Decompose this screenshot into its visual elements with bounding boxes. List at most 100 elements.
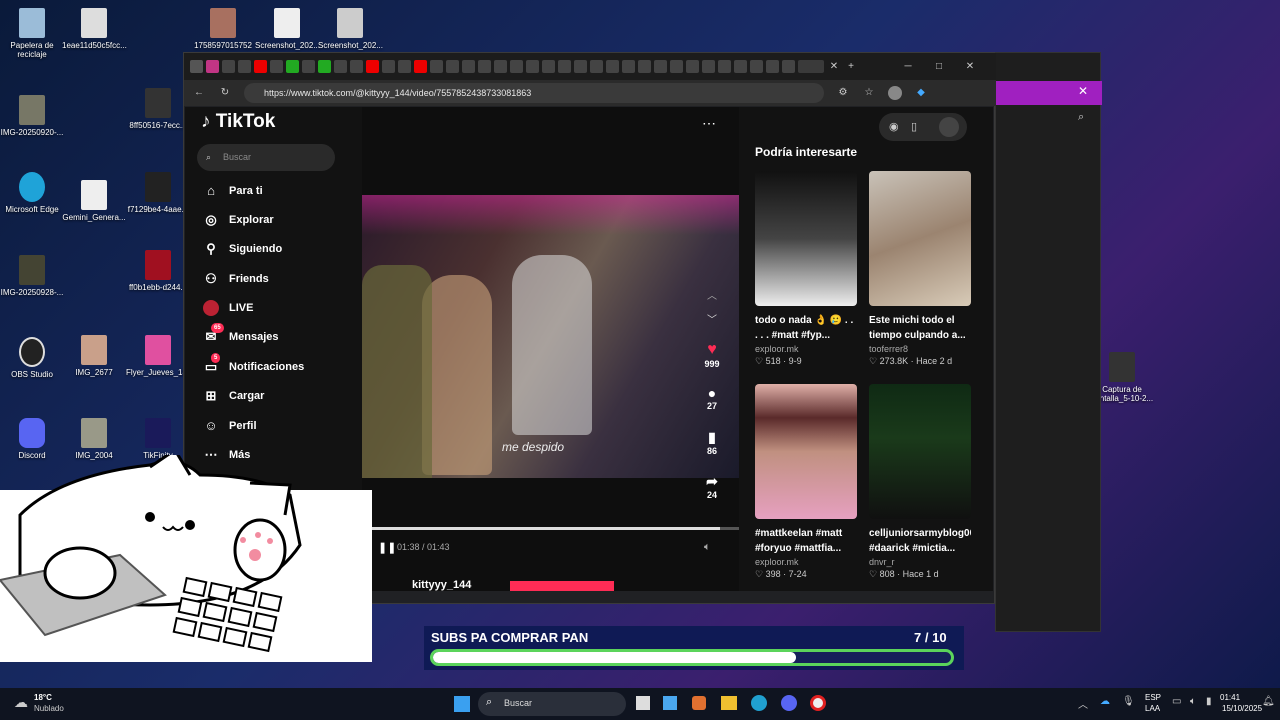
desktop-image-icon[interactable]: 1758597015752 [191,8,255,50]
nav-notificaciones[interactable]: ▭ 5 Notificaciones [203,353,304,375]
active-tab[interactable] [798,60,824,73]
extensions-icon[interactable]: ⚙ [836,86,850,100]
copilot-icon[interactable]: ◆ [914,86,928,100]
profile-avatar-icon[interactable] [888,86,902,100]
tab[interactable] [350,60,363,73]
nav-explorar[interactable]: ◎ Explorar [203,212,273,228]
recycle-bin-icon[interactable]: Papelera de reciclaje [0,8,64,59]
volume-icon[interactable]: 🔈︎ [704,541,711,554]
nav-perfil[interactable]: ☺ Perfil [203,418,256,434]
microphone-icon[interactable]: 🎙︎ [1122,696,1135,707]
nav-siguiendo[interactable]: ⚲ Siguiendo [203,241,282,257]
video-author[interactable]: kittyyy_144 [412,579,471,591]
desktop-image-icon[interactable]: Screenshot_202... [255,8,320,50]
desktop-image-icon[interactable]: IMG-20250928-... [0,255,64,297]
tab[interactable] [782,60,795,73]
edge-icon[interactable] [751,695,767,711]
tab[interactable] [334,60,347,73]
video-progress[interactable] [362,527,739,530]
tab[interactable] [238,60,251,73]
volume-icon[interactable]: 🔈︎ [1190,696,1196,707]
tab[interactable] [446,60,459,73]
search-icon[interactable]: ⌕ [1078,111,1084,124]
tab[interactable] [430,60,443,73]
tab[interactable] [670,60,683,73]
favorites-icon[interactable]: ☆ [862,86,876,100]
tab[interactable] [590,60,603,73]
tab[interactable] [270,60,283,73]
tab[interactable] [526,60,539,73]
pause-icon[interactable]: ❚❚ [378,541,396,554]
tab[interactable] [254,60,267,73]
tab[interactable] [414,60,427,73]
notifications-icon[interactable]: 🔔︎ [1262,696,1275,707]
taskbar-search[interactable]: ⌕ Buscar [478,692,626,716]
device-icon[interactable]: ▯ [911,120,917,133]
obs-icon[interactable]: OBS Studio [0,337,64,379]
clock-time[interactable]: 01:41 [1220,693,1240,702]
tab[interactable] [222,60,235,73]
chevron-up-icon[interactable]: ︿ [1078,696,1088,711]
clock-date[interactable]: 15/10/2025 [1222,704,1262,713]
language-layout[interactable]: LAA [1145,704,1160,713]
tab[interactable] [366,60,379,73]
tab[interactable] [462,60,475,73]
refresh-icon[interactable]: ↻ [218,86,232,100]
desktop-image-icon[interactable]: 8ff50516-7ecc... [126,88,190,130]
video-player[interactable]: me despido [362,195,739,478]
tab[interactable] [638,60,651,73]
start-icon[interactable] [454,696,470,712]
close-icon[interactable]: ✕ [1078,84,1088,98]
search-input[interactable]: ⌕ Buscar [197,144,335,171]
save-button[interactable]: ▮ 86 [692,429,732,456]
follow-button[interactable] [510,581,614,591]
video-card[interactable]: #mattkeelan #matt #foryuo #mattfia... ex… [755,384,857,580]
file-explorer-icon[interactable] [721,696,737,710]
video-card[interactable]: Este michi todo el tiempo culpando a... … [869,171,971,367]
tab[interactable] [766,60,779,73]
tab-close-icon[interactable]: ✕ [827,60,841,74]
new-tab-icon[interactable]: + [844,60,858,74]
desktop-image-icon[interactable]: ff0b1ebb-d244... [126,250,190,292]
tab[interactable] [606,60,619,73]
share-button[interactable]: ➦ 24 [692,473,732,500]
tikfinity-icon[interactable]: TikFinity [126,418,190,460]
minimize-icon[interactable]: ─ [901,60,915,74]
tab[interactable] [750,60,763,73]
chevron-up-icon[interactable]: ︿ [707,287,717,302]
tikfinity-icon[interactable] [810,695,826,711]
chevron-down-icon[interactable]: ﹀ [707,311,717,326]
tab[interactable] [398,60,411,73]
tab[interactable] [206,60,219,73]
video-card[interactable]: celljuniorsarmyblog00 #daarick #mictia..… [869,384,971,580]
nav-para-ti[interactable]: ⌂ Para ti [203,183,263,199]
nav-live[interactable]: LIVE [203,300,253,316]
nav-friends[interactable]: ⚇ Friends [203,271,269,287]
tab[interactable] [718,60,731,73]
discord-icon[interactable]: Discord [0,418,64,460]
tab[interactable] [510,60,523,73]
desktop-file-icon[interactable]: 1eae11d50c5fcc... [62,8,127,50]
url-field[interactable]: https://www.tiktok.com/@kittyyy_144/vide… [244,83,824,103]
video-card[interactable]: todo o nada 👌 🥲 . . . . . #matt #fyp... … [755,171,857,367]
desktop-image-icon[interactable]: IMG-20250920-... [0,95,64,137]
tab[interactable] [702,60,715,73]
tab[interactable] [286,60,299,73]
tab[interactable] [318,60,331,73]
tiktok-logo[interactable]: ♪ TikTok [201,111,275,133]
like-button[interactable]: ♥ 999 [692,341,732,369]
store-icon[interactable] [663,696,677,710]
onedrive-icon[interactable]: ☁ [1100,696,1110,707]
tab[interactable] [622,60,635,73]
avatar[interactable] [939,117,959,137]
tab[interactable] [302,60,315,73]
maximize-icon[interactable]: □ [932,60,946,74]
tab[interactable] [654,60,667,73]
weather-icon[interactable]: ☁ [14,694,28,711]
tab[interactable] [686,60,699,73]
battery-icon[interactable]: ▮ [1206,696,1212,707]
nav-cargar[interactable]: ⊞ Cargar [203,388,265,404]
tab[interactable] [558,60,571,73]
task-view-icon[interactable] [636,696,650,710]
desktop-image-icon[interactable]: Flyer_Jueves_18... [126,335,194,377]
